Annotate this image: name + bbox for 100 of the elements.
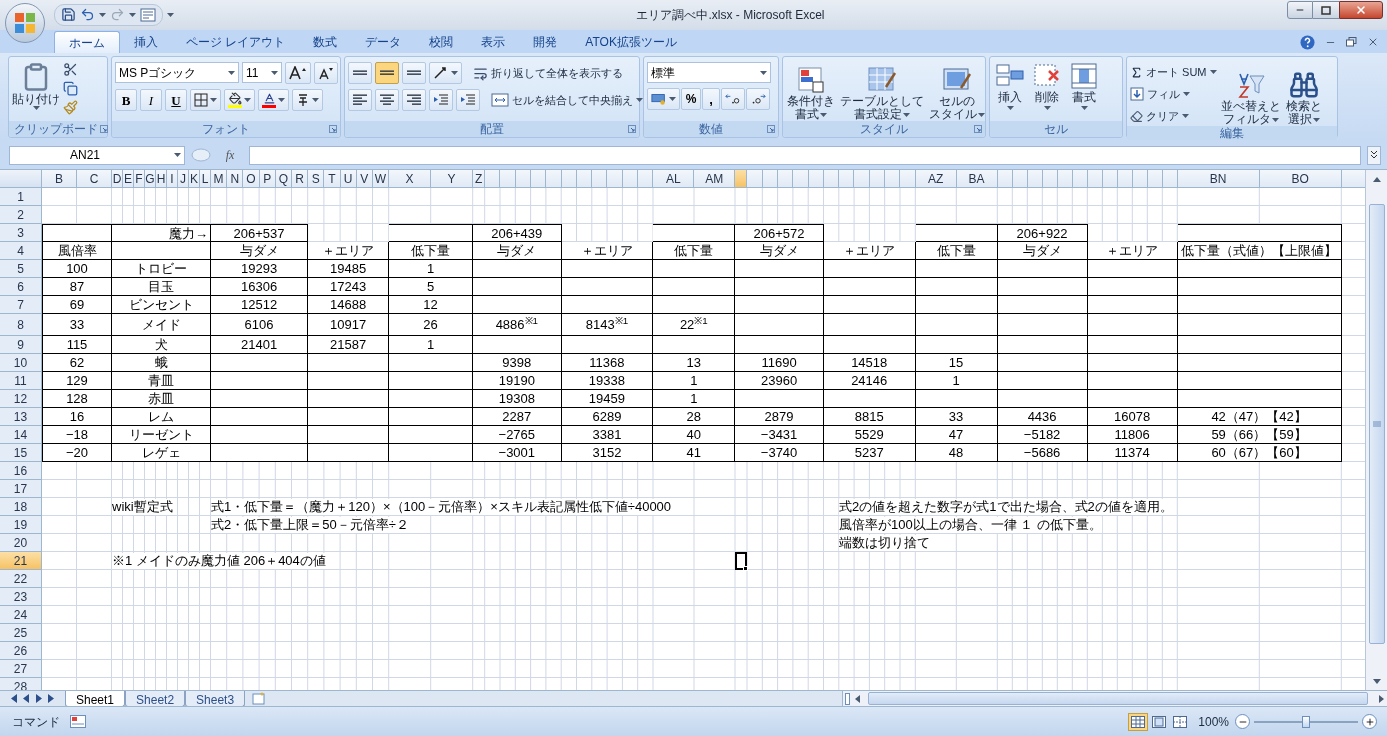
row-header[interactable]: 25 (0, 624, 42, 643)
row-header[interactable]: 6 (0, 278, 42, 297)
merge-center-button[interactable]: セルを結合して中央揃え (491, 89, 643, 112)
increase-indent-button[interactable] (456, 89, 480, 112)
save-icon[interactable] (61, 7, 76, 23)
autosum-button[interactable]: オート SUM (1130, 62, 1217, 83)
close-button[interactable] (1339, 1, 1383, 19)
borders-button[interactable] (190, 89, 221, 112)
column-header[interactable] (747, 170, 763, 189)
style-button[interactable]: テーブルとして 書式設定 (839, 64, 925, 122)
row-header[interactable]: 2 (0, 206, 42, 225)
horizontal-align-button[interactable] (348, 89, 372, 112)
vertical-align-button[interactable] (348, 62, 372, 85)
ribbon-tab[interactable]: 開発 (519, 31, 572, 54)
cell-button[interactable]: 削除 (1030, 60, 1064, 122)
maximize-button[interactable] (1313, 1, 1339, 19)
column-header[interactable] (638, 170, 654, 189)
column-header[interactable]: C (77, 170, 112, 189)
column-header[interactable] (607, 170, 623, 189)
row-header[interactable]: 8 (0, 314, 42, 337)
split-handle[interactable] (845, 692, 850, 705)
column-header[interactable]: AM (694, 170, 736, 189)
ribbon-tab[interactable]: ATOK拡張ツール (571, 31, 691, 54)
name-box[interactable]: AN21 (9, 145, 185, 165)
horizontal-align-button[interactable] (402, 89, 426, 112)
format-painter-icon[interactable] (63, 100, 78, 116)
dialog-launcher-icon[interactable] (628, 125, 636, 134)
column-header[interactable] (546, 170, 562, 189)
cell-button[interactable]: 挿入 (993, 60, 1027, 122)
cell-button[interactable]: 書式 (1067, 60, 1101, 122)
column-header[interactable] (735, 170, 748, 189)
column-header[interactable] (793, 170, 809, 189)
fill-color-button[interactable] (224, 89, 255, 112)
ribbon-tab[interactable]: データ (351, 31, 416, 54)
view-button[interactable] (1128, 712, 1149, 731)
column-header[interactable]: AZ (915, 170, 957, 189)
vertical-align-button[interactable] (375, 62, 399, 85)
insert-function-button[interactable]: fx (217, 145, 243, 165)
column-header[interactable] (485, 170, 501, 189)
row-header[interactable]: 3 (0, 224, 42, 243)
zoom-slider[interactable] (1254, 713, 1358, 730)
help-icon[interactable] (1300, 34, 1315, 50)
column-header[interactable] (500, 170, 516, 189)
column-header[interactable] (1341, 170, 1365, 189)
select-all-corner[interactable] (0, 170, 42, 189)
find-select-button[interactable]: 検索と 選択 (1284, 69, 1323, 127)
active-cell[interactable] (735, 552, 748, 571)
column-header[interactable]: B (42, 170, 77, 189)
row-header[interactable]: 10 (0, 354, 42, 373)
font-size-field[interactable]: 11 (242, 62, 282, 84)
number-format-field[interactable]: 標準 (647, 62, 771, 84)
column-header[interactable] (900, 170, 916, 189)
text-style-button[interactable]: I (140, 89, 162, 112)
column-header[interactable] (592, 170, 608, 189)
row-header[interactable]: 13 (0, 408, 42, 427)
row-header[interactable]: 14 (0, 426, 42, 445)
sheet-tab[interactable]: Sheet2 (125, 690, 186, 707)
restore-icon[interactable] (1346, 37, 1357, 48)
row-header[interactable]: 4 (0, 242, 42, 261)
row-header[interactable]: 21 (0, 552, 42, 571)
ribbon-tab[interactable]: ページ レイアウト (172, 31, 300, 54)
row-header[interactable]: 22 (0, 570, 42, 589)
zoom-out-button[interactable] (1235, 714, 1250, 730)
decrease-indent-button[interactable] (429, 89, 453, 112)
dialog-launcher-icon[interactable] (974, 125, 982, 134)
text-style-button[interactable]: B (115, 89, 137, 112)
undo-icon[interactable] (80, 7, 95, 23)
text-style-button[interactable]: U (165, 89, 187, 112)
style-button[interactable]: セルの スタイル (928, 64, 986, 122)
copy-icon[interactable] (63, 81, 78, 97)
column-header[interactable]: M (211, 170, 228, 189)
sheet-nav-icon[interactable] (47, 694, 57, 704)
decrease-decimal-button[interactable] (746, 88, 770, 111)
percent-button[interactable]: % (681, 88, 701, 111)
column-header[interactable]: L (200, 170, 211, 189)
column-header[interactable]: BA (956, 170, 998, 189)
column-header[interactable]: J (178, 170, 189, 189)
ribbon-tab[interactable]: ホーム (54, 31, 120, 54)
sort-filter-button[interactable]: 並べ替えと フィルタ (1219, 69, 1282, 127)
sheet-tab[interactable]: Sheet1 (65, 690, 126, 707)
wrap-text-button[interactable]: 折り返して全体を表示する (473, 62, 623, 85)
clear-button[interactable]: クリア (1130, 106, 1217, 127)
ribbon-tab[interactable]: 表示 (467, 31, 520, 54)
slider-thumb[interactable] (1302, 715, 1310, 728)
row-header[interactable]: 7 (0, 296, 42, 315)
scroll-up-icon[interactable] (1372, 176, 1381, 182)
font-name-field[interactable]: MS Pゴシック (115, 62, 239, 84)
row-header[interactable]: 24 (0, 606, 42, 625)
column-header[interactable]: F (134, 170, 145, 189)
office-button[interactable] (5, 3, 45, 43)
formula-input[interactable] (249, 145, 1361, 165)
column-header[interactable]: I (167, 170, 178, 189)
row-header[interactable]: 1 (0, 188, 42, 207)
row-header[interactable]: 19 (0, 516, 42, 535)
ribbon-tab[interactable]: 校閲 (415, 31, 468, 54)
form-icon[interactable] (140, 7, 156, 22)
shrink-font-button[interactable] (314, 62, 338, 85)
row-header[interactable]: 16 (0, 462, 42, 481)
vertical-scrollbar[interactable] (1365, 170, 1387, 691)
font-color-button[interactable] (258, 89, 289, 112)
